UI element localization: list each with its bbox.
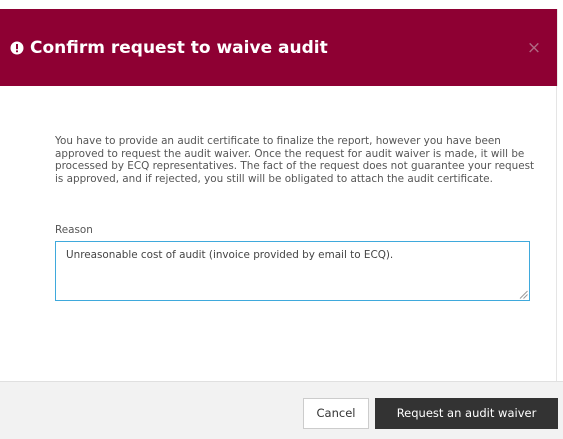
- request-audit-waiver-button[interactable]: Request an audit waiver: [375, 398, 558, 429]
- confirm-waive-audit-dialog: Confirm request to waive audit × You hav…: [0, 0, 563, 439]
- dialog-title-text: Confirm request to waive audit: [30, 38, 328, 58]
- waiver-message: You have to provide an audit certificate…: [55, 135, 535, 185]
- reason-value: Unreasonable cost of audit (invoice prov…: [66, 249, 394, 261]
- dialog-header: Confirm request to waive audit ×: [0, 9, 558, 86]
- reason-textarea[interactable]: Unreasonable cost of audit (invoice prov…: [55, 241, 530, 301]
- dialog-title: Confirm request to waive audit: [10, 37, 328, 59]
- resize-grip-icon[interactable]: [519, 290, 528, 299]
- body-border: [556, 86, 557, 381]
- close-icon[interactable]: ×: [523, 37, 545, 59]
- dialog-footer: Cancel Request an audit waiver: [0, 381, 563, 439]
- reason-label: Reason: [55, 224, 93, 236]
- top-strip: [0, 0, 563, 9]
- cancel-button[interactable]: Cancel: [303, 398, 369, 429]
- exclamation-circle-icon: [10, 41, 24, 55]
